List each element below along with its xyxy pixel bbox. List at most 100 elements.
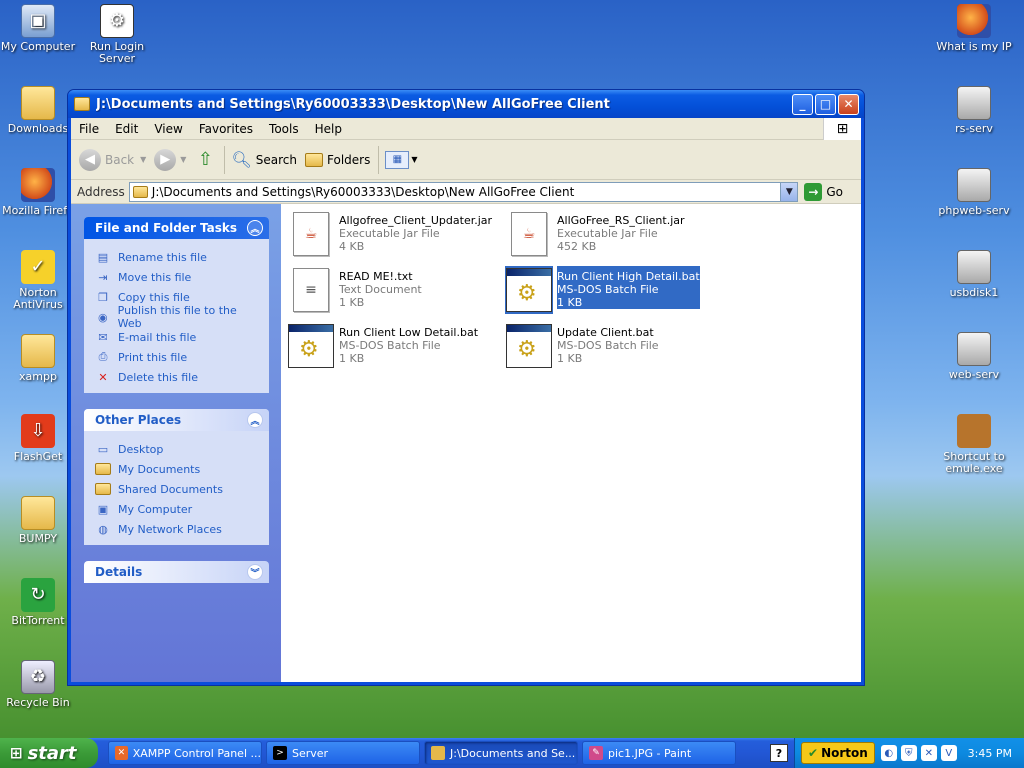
file-folder-tasks-list: ▤ Rename this file ⇥ Move this file ❐ Copy … <box>84 239 269 393</box>
desktop-icon-usbdisk1[interactable]: usbdisk1 <box>936 250 1012 299</box>
other-places-header[interactable]: Other Places ︽ <box>84 409 269 431</box>
v2-tray-icon[interactable]: V <box>940 745 957 761</box>
task-explorer[interactable]: J:\Documents and Se... <box>424 741 578 765</box>
folder-icon <box>431 746 445 760</box>
menu-help[interactable]: Help <box>307 122 350 136</box>
menu-view[interactable]: View <box>146 122 190 136</box>
collapse-chevron-icon[interactable]: ︽ <box>247 412 263 428</box>
expand-chevron-icon[interactable]: ︾ <box>247 564 263 580</box>
folder-icon <box>21 334 55 368</box>
windows-flag-icon: ⊞ <box>10 744 23 762</box>
desktop-icon-flashget[interactable]: ⇩ FlashGet <box>0 414 76 463</box>
file-item[interactable]: ⚙ Update Client.bat MS-DOS Batch File 1 KB <box>505 322 723 374</box>
desktop-icon-emule[interactable]: Shortcut to emule.exe <box>936 414 1012 475</box>
desktop-icon-phpweb-serv[interactable]: phpweb-serv <box>936 168 1012 217</box>
menu-tools[interactable]: Tools <box>261 122 307 136</box>
flashget-icon: ⇩ <box>21 414 55 448</box>
place-shared-documents[interactable]: Shared Documents <box>95 479 261 499</box>
taskbar-tasks: ✕ XAMPP Control Panel ... > Server J:\Docu… <box>108 741 764 765</box>
minimize-button[interactable]: _ <box>792 93 813 115</box>
file-item[interactable]: ☕ AllGoFree_RS_Client.jar Executable Jar … <box>505 210 723 262</box>
desktop-icon-label: usbdisk1 <box>949 286 999 299</box>
console-icon: > <box>273 746 287 760</box>
task-publish[interactable]: ◉ Publish this file to the Web <box>95 304 261 330</box>
search-label: Search <box>255 152 297 167</box>
window-title: J:\Documents and Settings\Ry60003333\Des… <box>96 96 610 112</box>
place-my-computer[interactable]: ▣ My Computer <box>95 499 261 519</box>
file-type: MS-DOS Batch File <box>557 283 659 296</box>
panel-title: File and Folder Tasks <box>95 221 238 235</box>
help-icon[interactable]: ? <box>770 744 788 762</box>
file-item-selected[interactable]: ⚙ Run Client High Detail.bat MS-DOS Batch… <box>505 266 723 318</box>
paint-icon: ✎ <box>589 746 603 760</box>
menu-favorites[interactable]: Favorites <box>191 122 261 136</box>
desktop-icon-bittorrent[interactable]: ↻ BitTorrent <box>0 578 76 627</box>
place-label: Desktop <box>118 442 164 456</box>
desktop-icon-my-computer[interactable]: ▣ My Computer <box>0 4 76 53</box>
task-rename[interactable]: ▤ Rename this file <box>95 247 261 267</box>
desktop-icon-label: FlashGet <box>13 450 63 463</box>
start-button[interactable]: ⊞ start <box>0 738 98 768</box>
maximize-button[interactable]: □ <box>815 93 836 115</box>
file-type: MS-DOS Batch File <box>339 339 441 352</box>
task-paint[interactable]: ✎ pic1.JPG - Paint <box>582 741 736 765</box>
close-button[interactable]: ✕ <box>838 93 859 115</box>
xampp-tray-icon[interactable]: ✕ <box>920 745 937 761</box>
desktop-icon-what-is-my-ip[interactable]: What is my IP <box>936 4 1012 53</box>
security-shield-icon[interactable]: ⛨ <box>900 745 917 761</box>
desktop-icon-bumpy[interactable]: BUMPY <box>0 496 76 545</box>
task-server[interactable]: > Server <box>266 741 420 765</box>
go-button[interactable]: → Go <box>804 182 843 201</box>
server-icon <box>957 168 991 202</box>
address-input[interactable]: J:\Documents and Settings\Ry60003333\Des… <box>128 181 799 202</box>
file-list: ☕ Allgofree_Client_Updater.jar Executable… <box>281 204 861 682</box>
up-button[interactable]: ⇧ <box>194 149 216 171</box>
desktop-icon-norton[interactable]: ✓ Norton AntiVirus <box>0 250 76 311</box>
address-dropdown-button[interactable]: ▼ <box>780 182 798 201</box>
file-item[interactable]: ⚙ Run Client Low Detail.bat MS-DOS Batch … <box>287 322 505 374</box>
search-button[interactable]: 🔍︎ Search <box>231 150 297 169</box>
toolbar-divider <box>378 145 380 174</box>
back-button[interactable]: ◀ Back ▼ <box>79 148 146 171</box>
desktop-icon-firefox[interactable]: Mozilla Firefo <box>0 168 76 217</box>
place-my-documents[interactable]: My Documents <box>95 459 261 479</box>
desktop-icon-rs-serv[interactable]: rs-serv <box>936 86 1012 135</box>
views-button[interactable]: ▦ ▼ <box>385 150 418 169</box>
place-desktop[interactable]: ▭ Desktop <box>95 439 261 459</box>
panel-title: Other Places <box>95 413 182 427</box>
folder-icon <box>95 483 111 495</box>
details-header[interactable]: Details ︾ <box>84 561 269 583</box>
menu-file[interactable]: File <box>71 122 107 136</box>
file-type: Text Document <box>339 283 422 296</box>
task-xampp[interactable]: ✕ XAMPP Control Panel ... <box>108 741 262 765</box>
network-tray-icon[interactable]: ◐ <box>880 745 897 761</box>
place-my-network-places[interactable]: ◍ My Network Places <box>95 519 261 539</box>
task-delete[interactable]: ✕ Delete this file <box>95 367 261 387</box>
task-label: Move this file <box>118 270 192 284</box>
title-bar[interactable]: J:\Documents and Settings\Ry60003333\Des… <box>68 90 864 118</box>
desktop-icon-web-serv[interactable]: web-serv <box>936 332 1012 381</box>
folders-button[interactable]: Folders <box>305 152 370 167</box>
desktop-icon-label: Recycle Bin <box>6 696 70 709</box>
norton-tray-button[interactable]: ✔ Norton <box>801 742 875 764</box>
desktop-icon-label: phpweb-serv <box>938 204 1010 217</box>
desktop-icon-xampp[interactable]: xampp <box>0 334 76 383</box>
server-icon <box>957 86 991 120</box>
file-folder-tasks-header[interactable]: File and Folder Tasks ︽ <box>84 217 269 239</box>
file-size: 1 KB <box>557 352 583 365</box>
file-item[interactable]: ≡ READ ME!.txt Text Document 1 KB <box>287 266 505 318</box>
forward-button[interactable]: ▶ ▼ <box>154 148 186 171</box>
desktop-icon-downloads[interactable]: Downloads <box>0 86 76 135</box>
file-item[interactable]: ☕ Allgofree_Client_Updater.jar Executable… <box>287 210 505 262</box>
task-move[interactable]: ⇥ Move this file <box>95 267 261 287</box>
task-email[interactable]: ✉ E-mail this file <box>95 327 261 347</box>
task-label: Server <box>292 746 329 760</box>
menu-edit[interactable]: Edit <box>107 122 146 136</box>
desktop-icon-recycle-bin[interactable]: ♻ Recycle Bin <box>0 660 76 709</box>
clock: 3:45 PM <box>967 746 1012 760</box>
place-label: My Network Places <box>118 522 222 536</box>
task-label: Publish this file to the Web <box>117 304 237 330</box>
desktop-icon-run-login-server[interactable]: ⚙ Run Login Server <box>79 4 155 65</box>
task-print[interactable]: ⎙ Print this file <box>95 347 261 367</box>
collapse-chevron-icon[interactable]: ︽ <box>247 220 263 236</box>
